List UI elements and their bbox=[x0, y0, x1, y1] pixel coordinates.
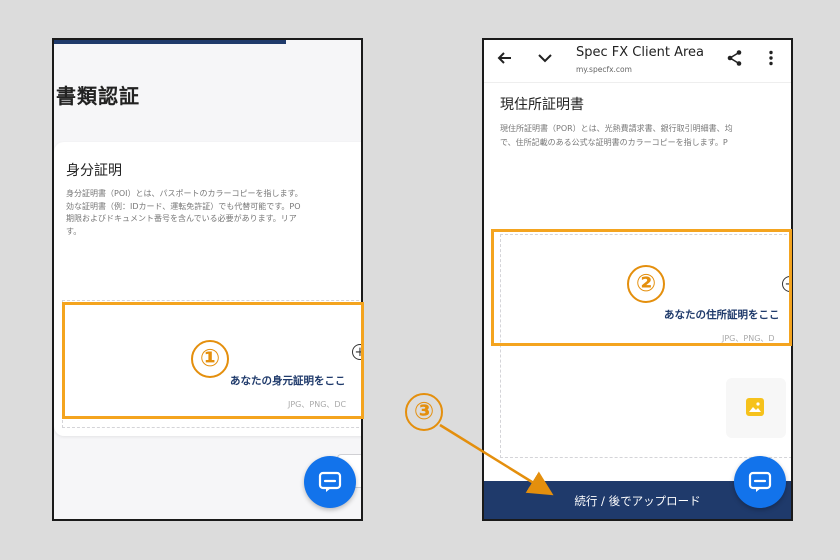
share-icon[interactable] bbox=[724, 49, 746, 71]
browser-app-bar: Spec FX Client Area my.specfx.com bbox=[484, 40, 791, 83]
progress-bar bbox=[54, 40, 286, 44]
step-badge-3: ③ bbox=[405, 393, 443, 431]
step-badge-1: ① bbox=[191, 340, 229, 378]
chat-button[interactable] bbox=[304, 456, 356, 508]
chat-icon bbox=[748, 471, 772, 492]
more-vert-icon[interactable] bbox=[760, 49, 782, 71]
card-title: 身分証明 bbox=[66, 163, 122, 179]
back-arrow-icon[interactable] bbox=[494, 49, 516, 71]
image-icon bbox=[746, 398, 764, 416]
section-title: 現住所証明書 bbox=[500, 97, 584, 113]
app-bar-url: my.specfx.com bbox=[576, 65, 632, 74]
chevron-down-icon[interactable] bbox=[534, 49, 556, 71]
chat-button[interactable] bbox=[734, 456, 786, 508]
card-description: 身分証明書（POI）とは、パスポートのカラーコピーを指します。 効な証明書（例：… bbox=[66, 189, 303, 236]
left-phone-screen: 書類認証 身分証明 身分証明書（POI）とは、パスポートのカラーコピーを指します… bbox=[52, 38, 363, 521]
page-heading: 書類認証 bbox=[56, 84, 140, 108]
chat-icon bbox=[318, 471, 342, 492]
section-description: 現住所証明書（POR）とは、光熱費請求書、銀行取引明細書、均 で、住所記載のある… bbox=[500, 124, 733, 147]
app-bar-title: Spec FX Client Area bbox=[576, 45, 704, 60]
step-badge-2: ② bbox=[627, 265, 665, 303]
uploaded-image-thumbnail[interactable] bbox=[726, 378, 786, 438]
